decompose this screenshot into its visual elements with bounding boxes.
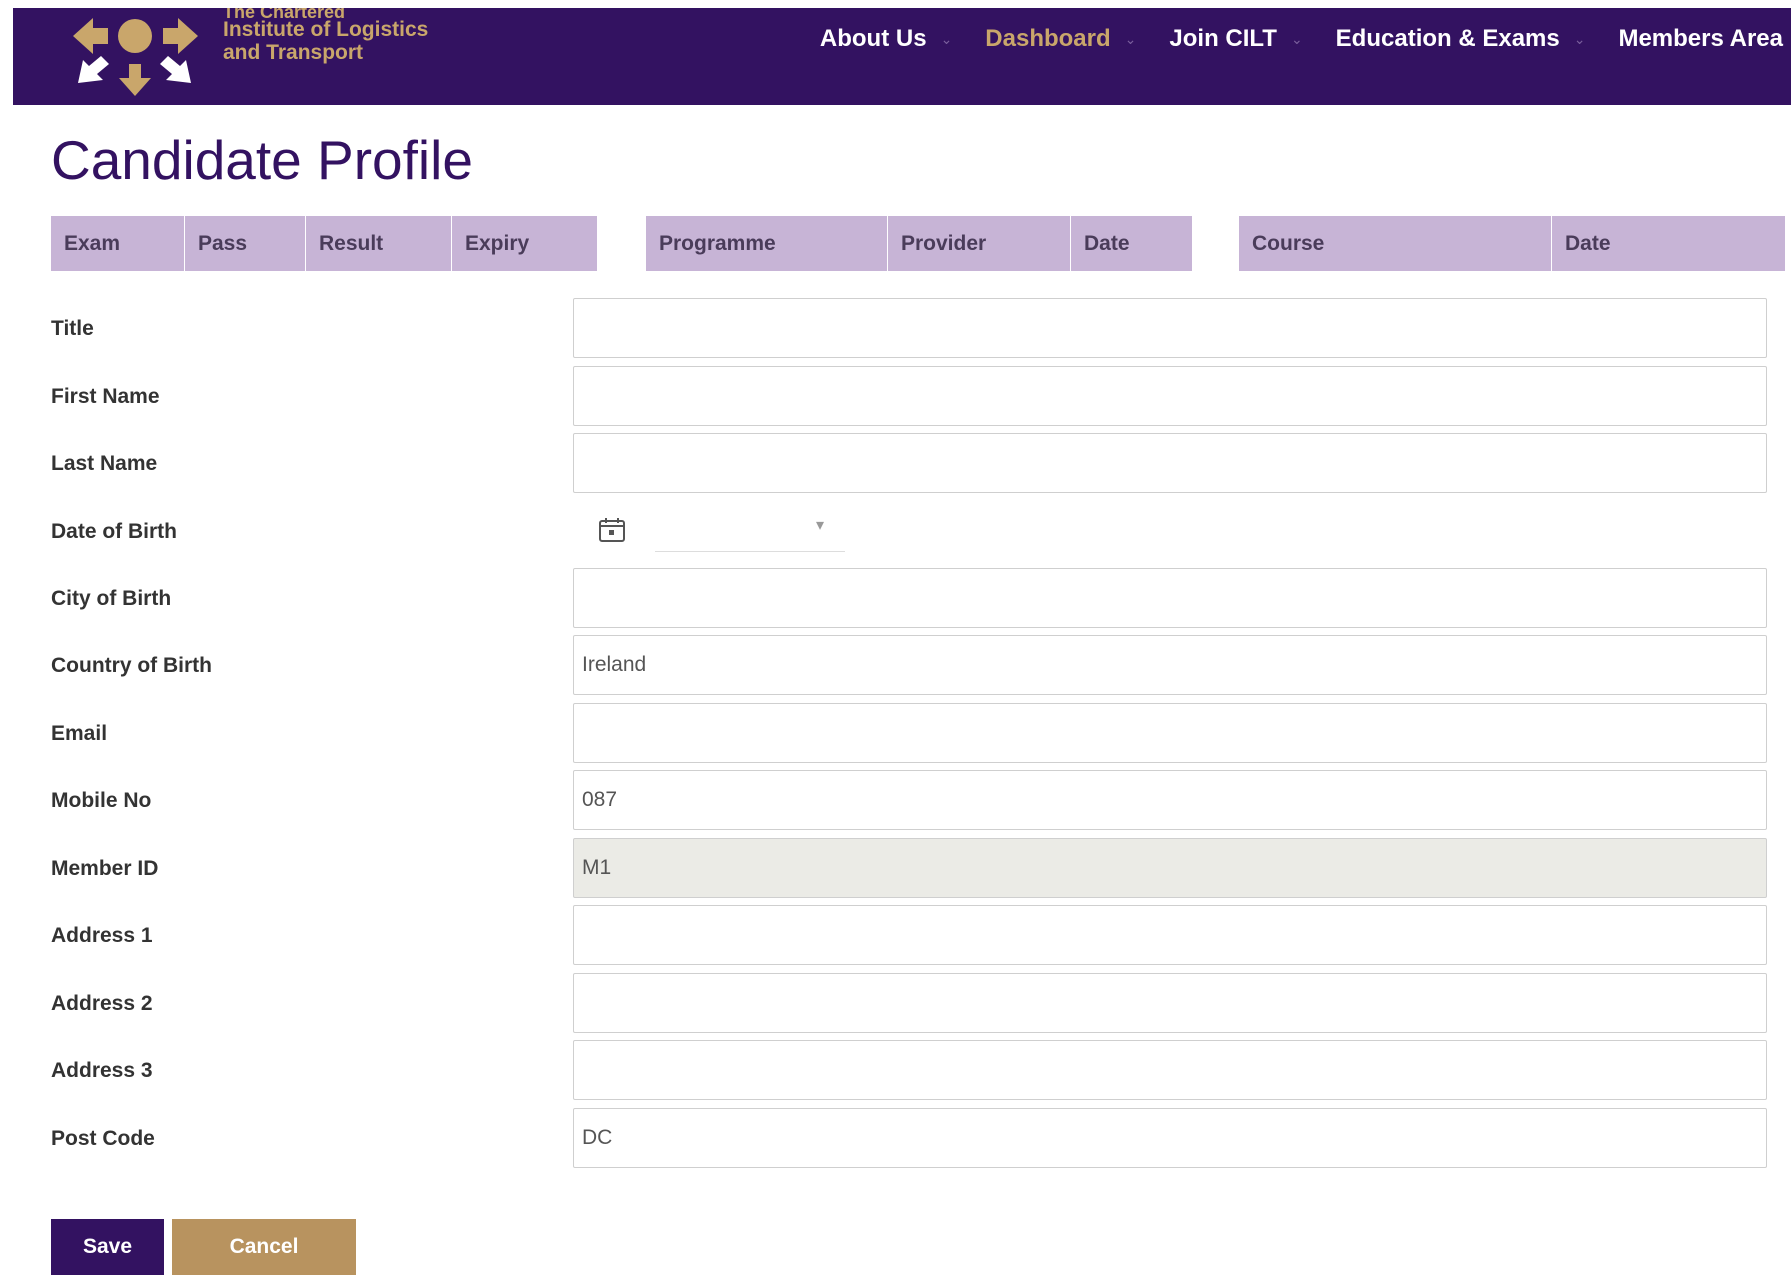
cilt-logo-icon[interactable] [53,8,213,105]
col-exam: Exam [51,216,185,271]
dob-picker[interactable]: ▾ [573,501,873,561]
dob-underline [655,551,845,552]
col-programme: Programme [646,216,888,271]
col-pass: Pass [185,216,306,271]
first-name-input[interactable] [573,366,1767,426]
form-row-country-of-birth: Country of Birth [51,635,1771,699]
chevron-down-icon: ⌄ [940,30,953,47]
calendar-icon[interactable] [598,517,626,543]
nav-about-us[interactable]: About Us ⌄ [820,25,952,53]
title-input[interactable] [573,298,1767,358]
city-of-birth-label: City of Birth [51,587,172,610]
nav-join-cilt[interactable]: Join CILT ⌄ [1169,25,1302,53]
form-row-address-3: Address 3 [51,1040,1771,1104]
brand-line-2: and Transport [223,41,364,64]
main-nav: About Us ⌄ Dashboard ⌄ Join CILT ⌄ Educa… [787,25,1783,53]
mobile-input[interactable] [573,770,1767,830]
country-of-birth-label: Country of Birth [51,654,212,677]
nav-about-us-label: About Us [819,25,927,52]
address-1-label: Address 1 [51,924,153,947]
chevron-down-icon[interactable]: ▾ [816,515,824,535]
chevron-down-icon: ⌄ [1124,30,1137,47]
form-row-city-of-birth: City of Birth [51,568,1771,632]
last-name-input[interactable] [573,433,1767,493]
nav-members-area[interactable]: Members Area [1618,25,1783,53]
brand-line-1: Institute of Logistics [223,18,429,41]
form-row-email: Email [51,703,1771,767]
first-name-label: First Name [51,385,160,408]
brand-name[interactable]: The Chartered Institute of Logistics and… [223,8,428,64]
dob-label: Date of Birth [51,520,177,543]
last-name-label: Last Name [51,452,158,475]
form-row-dob: Date of Birth ▾ [51,501,1771,565]
address-2-input[interactable] [573,973,1767,1033]
country-of-birth-input[interactable] [573,635,1767,695]
col-result: Result [306,216,452,271]
chevron-down-icon: ⌄ [1290,30,1303,47]
nav-dashboard-label: Dashboard [985,25,1111,52]
address-2-label: Address 2 [51,992,153,1015]
col-expiry: Expiry [465,232,530,255]
email-label: Email [51,722,108,745]
email-input[interactable] [573,703,1767,763]
nav-education-exams[interactable]: Education & Exams ⌄ [1336,25,1586,53]
address-1-input[interactable] [573,905,1767,965]
address-3-input[interactable] [573,1040,1767,1100]
col-course-date: Date [1565,232,1611,255]
programmes-table-header: Programme Provider Date [646,216,1192,271]
form-row-first-name: First Name [51,366,1771,430]
address-3-label: Address 3 [51,1059,153,1082]
form-row-member-id: Member ID [51,838,1771,902]
exams-table-header: Exam Pass Result Expiry [51,216,597,271]
col-programme-date: Date [1084,232,1130,255]
cancel-button[interactable]: Cancel [172,1219,356,1275]
form-row-mobile: Mobile No [51,770,1771,834]
col-provider: Provider [888,216,1071,271]
nav-dashboard[interactable]: Dashboard ⌄ [985,25,1136,53]
mobile-label: Mobile No [51,789,152,812]
form-row-address-1: Address 1 [51,905,1771,969]
brand-line-0: The Chartered [223,8,346,18]
form-row-address-2: Address 2 [51,973,1771,1037]
nav-members-area-label: Members Area [1618,25,1783,52]
form-row-last-name: Last Name [51,433,1771,497]
nav-education-exams-label: Education & Exams [1335,25,1560,52]
chevron-down-icon: ⌄ [1573,30,1586,47]
form-row-title: Title [51,298,1771,362]
save-button[interactable]: Save [51,1219,164,1275]
nav-join-cilt-label: Join CILT [1169,25,1277,52]
site-header: The Chartered Institute of Logistics and… [13,8,1791,105]
col-course: Course [1239,216,1552,271]
courses-table-header: Course Date [1239,216,1785,271]
member-id-label: Member ID [51,857,159,880]
title-label: Title [51,317,94,340]
form-row-post-code: Post Code [51,1108,1771,1172]
post-code-label: Post Code [51,1127,155,1150]
page-title: Candidate Profile [51,129,473,191]
member-id-input [573,838,1767,898]
city-of-birth-input[interactable] [573,568,1767,628]
post-code-input[interactable] [573,1108,1767,1168]
